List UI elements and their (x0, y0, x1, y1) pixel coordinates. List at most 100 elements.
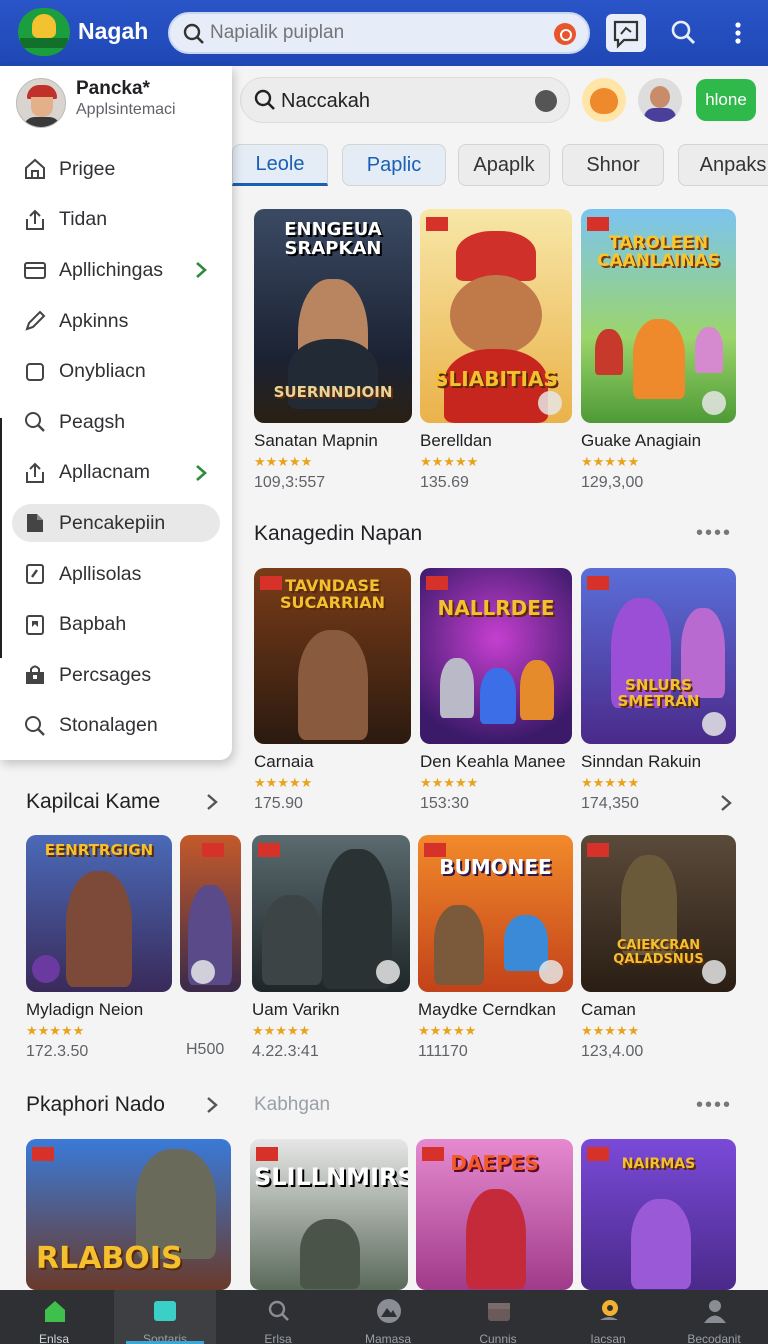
drawer-item-label: Peagsh (59, 410, 126, 433)
chevron-right-icon[interactable] (202, 1095, 222, 1115)
drawer-item-peagsh[interactable]: Peagsh (0, 397, 232, 448)
game-card[interactable]: TAROLEEN CAANLAINAS Guake Anagiain ★★★★★… (581, 209, 736, 492)
content-search-input[interactable] (281, 88, 521, 114)
tab-apaplk[interactable]: Apaplk (458, 144, 550, 186)
clear-icon[interactable] (535, 90, 557, 112)
badge-icon (191, 960, 215, 984)
game-card[interactable]: CAIEKCRAN QALADSNUS Caman ★★★★★ 123,4.00 (581, 835, 736, 1061)
drawer-item-apllisolas[interactable]: Apllisolas (0, 549, 232, 600)
game-card[interactable]: ENNGEUA SRAPKAN SUERNNDIOIN Sanatan Mapn… (254, 209, 412, 492)
download-count: 111170 (418, 1043, 468, 1060)
game-card[interactable]: DAEPES (416, 1139, 573, 1290)
game-card[interactable]: EENRTRGIGN Myladign Neion ★★★★★ 172.3.50 (26, 835, 172, 1061)
game-card[interactable]: NALLRDEE Den Keahla Manee ★★★★★ 153:30 (420, 568, 572, 813)
rating-stars: ★★★★★ (581, 454, 640, 469)
search-icon (268, 1300, 289, 1321)
game-card[interactable]: Uam Varikn ★★★★★ 4.22.3:41 (252, 835, 410, 1061)
game-card[interactable]: SLIABITIAS Berelldan ★★★★★ 135.69 (420, 209, 572, 492)
section-aux-label: Kabhgan (254, 1094, 331, 1115)
drawer-item-apkinns[interactable]: Apkinns (0, 296, 232, 347)
game-card[interactable]: RLABOIS (26, 1139, 231, 1290)
game-name: Sanatan Mapnin (254, 431, 378, 450)
nav-erlsa[interactable]: Erlsa (230, 1290, 326, 1344)
nav-iacsan[interactable]: Iacsan (560, 1290, 656, 1344)
rating-stars: ★★★★★ (252, 1023, 311, 1038)
rating-stars: ★★★★★ (581, 1023, 640, 1038)
game-artwork: CAIEKCRAN QALADSNUS (581, 835, 736, 992)
tab-anpaks[interactable]: Anpaks (678, 144, 768, 186)
drawer-item-onybliacn[interactable]: Onybliacn (0, 346, 232, 397)
brand-name: Nagah (78, 18, 149, 44)
nav-sontaris[interactable]: Sontaris (114, 1290, 216, 1344)
box-icon (488, 1303, 510, 1321)
tab-paplic[interactable]: Paplic (342, 144, 446, 186)
game-artwork: ENNGEUA SRAPKAN SUERNNDIOIN (254, 209, 412, 423)
game-card[interactable]: BUMONEE Maydke Cerndkan ★★★★★ 111170 (418, 835, 573, 1061)
rating-stars: ★★★★★ (581, 775, 640, 790)
badge-icon (538, 391, 562, 415)
drawer-item-label: Prigee (59, 157, 116, 180)
drawer-item-stonalagen[interactable]: Stonalagen (0, 701, 232, 752)
search-icon (671, 20, 696, 45)
nav-cunnis[interactable]: Cunnis (450, 1290, 546, 1344)
more-dots-icon[interactable]: •••• (696, 1094, 732, 1117)
game-artwork: RLABOIS (26, 1139, 231, 1290)
nav-becodanit[interactable]: Becodanit (666, 1290, 762, 1344)
game-name: Myladign Neion (26, 1000, 144, 1019)
download-count: 175.90 (254, 795, 303, 812)
download-count: 4.22.3:41 (252, 1043, 319, 1060)
drawer-item-label: Apllichingas (59, 258, 164, 281)
badge-icon (702, 712, 726, 736)
navigation-drawer: Pancka* Applsintemaci Prigee Tidan Aplli… (0, 66, 232, 760)
message-button[interactable] (606, 14, 646, 52)
nav-mamasa[interactable]: Mamasa (340, 1290, 436, 1344)
app-logo[interactable] (18, 8, 70, 56)
game-card[interactable]: SLILLNMIRS (250, 1139, 408, 1290)
game-artwork: EENRTRGIGN (26, 835, 172, 992)
nav-label: Becodanit (687, 1332, 741, 1344)
download-count: 172.3.50 (26, 1043, 89, 1060)
user-name: Pancka* (76, 78, 150, 99)
drawer-item-label: Apllacnam (59, 461, 151, 484)
nav-label: Sontaris (142, 1332, 188, 1344)
drawer-item-label: Bapbah (59, 613, 127, 636)
drawer-item-prigee[interactable]: Prigee (0, 144, 232, 195)
drawer-item-tidan[interactable]: Tidan (0, 195, 232, 246)
search-button[interactable] (664, 14, 704, 52)
game-card[interactable]: SNLURS SMETRAN Sinndan Rakuin ★★★★★ 174,… (581, 568, 736, 813)
nav-enlsa[interactable]: Enlsa (6, 1290, 102, 1344)
rating-stars: ★★★★★ (418, 1023, 477, 1038)
avatar-man[interactable] (638, 78, 682, 122)
user-avatar[interactable] (16, 78, 66, 128)
game-name: Berelldan (420, 431, 492, 450)
chevron-right-icon[interactable] (202, 792, 222, 812)
game-card[interactable]: TAVNDASE SUCARRIAN Carnaia ★★★★★ 175.90 (254, 568, 411, 813)
drawer-item-apllacnam[interactable]: Apllacnam (0, 448, 232, 499)
drawer-item-apllichingas[interactable]: Apllichingas (0, 245, 232, 296)
content-search-bar[interactable] (240, 77, 570, 123)
game-name: Maydke Cerndkan (418, 1000, 556, 1019)
game-name: Den Keahla Manee (420, 752, 566, 771)
more-button[interactable] (720, 14, 760, 52)
top-search-input[interactable] (210, 20, 540, 46)
avatar-fox[interactable] (582, 78, 626, 122)
drawer-item-pencakepiin[interactable]: Pencakepiin (0, 498, 232, 549)
voice-icon[interactable] (554, 23, 576, 45)
game-card[interactable]: NAIRMAS (581, 1139, 736, 1290)
top-search-bar[interactable] (168, 12, 590, 54)
home-button[interactable]: hlone (696, 79, 756, 121)
rating-stars: ★★★★★ (420, 775, 479, 790)
chevron-right-icon (196, 464, 207, 481)
drawer-item-label: Percsages (59, 663, 152, 686)
tab-shnor[interactable]: Shnor (562, 144, 664, 186)
drawer-item-bapbah[interactable]: Bapbah (0, 599, 232, 650)
tab-leole[interactable]: Leole (232, 144, 328, 186)
game-card[interactable] (180, 835, 241, 992)
share-icon (26, 209, 44, 230)
chevron-right-icon[interactable] (716, 793, 736, 813)
rating-stars: ★★★★★ (254, 454, 313, 469)
more-dots-icon[interactable]: •••• (696, 522, 732, 545)
drawer-menu: Prigee Tidan Apllichingas Apkinns Onybli… (0, 144, 232, 751)
drawer-item-percsages[interactable]: Percsages (0, 650, 232, 701)
bag-icon (26, 665, 44, 685)
